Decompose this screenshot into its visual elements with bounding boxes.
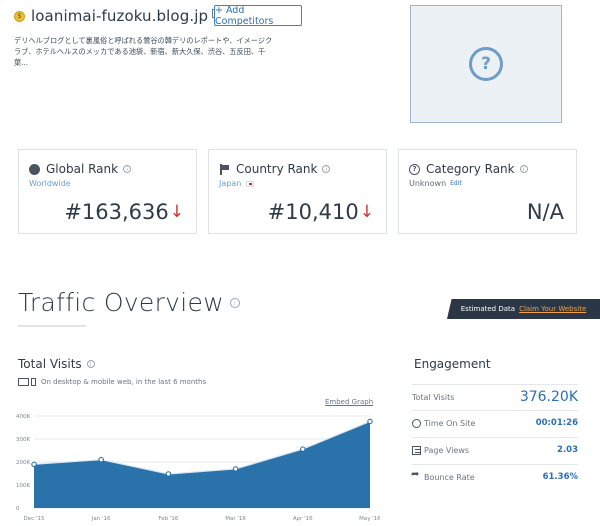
global-rank-value-wrap: #163,636 ↓ (64, 200, 184, 224)
traffic-overview-heading: Traffic Overview i (18, 288, 240, 317)
x-tick-label: Feb '16 (158, 516, 178, 522)
country-rank-value-wrap: #10,410 ↓ (268, 200, 374, 224)
y-tick-label: 200K (16, 460, 30, 466)
country-rank-value: #10,410 (267, 200, 359, 224)
question-icon: ? (469, 47, 503, 81)
chart-point (31, 461, 37, 467)
y-tick-label: 0 (16, 506, 20, 512)
global-rank-scope[interactable]: Worldwide (29, 179, 71, 188)
engagement-row-bounce-rate: Bounce Rate 61.36% (411, 464, 578, 489)
engagement-label-wrap: Page Views (412, 445, 470, 455)
info-icon[interactable]: i (86, 360, 95, 368)
info-icon[interactable]: i (322, 165, 331, 173)
engagement-title: Engagement (414, 357, 491, 371)
add-competitors-button[interactable]: + Add Competitors (214, 5, 302, 27)
site-domain[interactable]: loanimai-fuzoku.blog.jp (31, 7, 208, 25)
section-divider (18, 325, 86, 327)
favicon-icon: $ (14, 10, 25, 22)
global-rank-value: #163,636 (64, 200, 169, 224)
category-rank-scope: Unknown Edit (409, 179, 462, 188)
engagement-label: Bounce Rate (424, 472, 475, 482)
clock-icon (412, 418, 421, 428)
country-rank-scope[interactable]: Japan (219, 179, 255, 188)
pages-icon (412, 445, 421, 455)
site-thumbnail: ? (410, 5, 562, 123)
x-tick-label: Apr '16 (293, 516, 313, 522)
estimated-data-label: Estimated Data (460, 305, 516, 313)
engagement-row-page-views: Page Views 2.03 (412, 437, 578, 462)
engagement-label: Total Visits (412, 392, 455, 402)
traffic-overview-title: Traffic Overview (18, 288, 224, 317)
site-header: $ loanimai-fuzoku.blog.jp (14, 7, 223, 25)
category-rank-value-wrap: N/A (527, 200, 564, 224)
mobile-icon (31, 378, 36, 386)
down-arrow-icon: ↓ (359, 202, 374, 222)
chart-point (300, 446, 306, 452)
category-name: Unknown (409, 179, 447, 188)
total-visits-subtitle: On desktop & mobile web, in the last 6 m… (41, 378, 207, 386)
question-circle-icon: ? (409, 163, 420, 175)
x-tick-label: Mar '16 (225, 516, 246, 522)
engagement-value: 376.20K (519, 389, 578, 405)
engagement-value: 61.36% (542, 472, 578, 482)
country-rank-heading: Country Rank i (219, 162, 331, 176)
category-rank-value: N/A (526, 200, 564, 224)
global-rank-title: Global Rank (46, 162, 119, 176)
y-tick-label: 100K (16, 483, 30, 489)
x-tick-label: Dec '15 (24, 516, 45, 522)
chart-point (165, 471, 172, 477)
category-rank-title: Category Rank (426, 162, 515, 176)
globe-icon (29, 163, 40, 175)
category-rank-heading: ? Category Rank i (409, 162, 528, 176)
down-arrow-icon: ↓ (169, 202, 184, 222)
engagement-label-wrap: Bounce Rate (411, 469, 475, 482)
country-name[interactable]: Japan (219, 179, 241, 188)
y-tick-label: 400K (16, 414, 30, 420)
flag-icon (219, 163, 230, 175)
desktop-icon (18, 378, 29, 386)
engagement-label: Time On Site (424, 418, 476, 428)
site-description: デリヘルブログとして裏風俗と呼ばれる鶯谷の韓デリのレポートや、イメージクラブ、ホ… (14, 36, 273, 67)
engagement-row-total-visits: Total Visits 376.20K (412, 384, 578, 409)
chart-point (232, 466, 239, 472)
total-visits-title: Total Visits (18, 357, 82, 371)
chart-point (98, 457, 104, 463)
japan-flag-icon (246, 180, 255, 187)
country-rank-card: Country Rank i Japan #10,410 ↓ (208, 149, 387, 234)
total-visits-subtitle-row: On desktop & mobile web, in the last 6 m… (18, 378, 206, 386)
chart-area (34, 421, 370, 508)
bounce-arrow-icon (411, 469, 421, 482)
x-tick-label: Jan '16 (91, 516, 111, 522)
country-rank-title: Country Rank (236, 162, 318, 176)
total-visits-heading: Total Visits i (18, 357, 95, 371)
info-icon[interactable]: i (229, 297, 240, 308)
chart-point (367, 418, 373, 425)
y-tick-label: 300K (16, 437, 30, 443)
info-icon[interactable]: i (519, 165, 528, 173)
global-rank-card: Global Rank i Worldwide #163,636 ↓ (18, 149, 197, 234)
category-rank-card: ? Category Rank i Unknown Edit N/A (398, 149, 577, 234)
engagement-label: Page Views (424, 445, 470, 455)
x-tick-label: May '16 (359, 516, 380, 522)
embed-graph-link[interactable]: Embed Graph (325, 398, 373, 406)
claim-website-link[interactable]: Claim Your Website (519, 305, 586, 313)
edit-category-link[interactable]: Edit (450, 180, 462, 187)
global-rank-heading: Global Rank i (29, 162, 132, 176)
engagement-value: 00:01:26 (535, 418, 578, 428)
engagement-value: 2.03 (557, 445, 578, 455)
info-icon[interactable]: i (123, 165, 132, 173)
total-visits-chart: 400K 300K 200K 100K 0 Dec '15 Jan '16 Feb '16 Ma… (16, 414, 380, 522)
estimated-data-banner: Estimated Data Claim Your Website (447, 299, 600, 319)
engagement-label-wrap: Time On Site (412, 418, 476, 428)
engagement-row-time-on-site: Time On Site 00:01:26 (412, 410, 578, 435)
